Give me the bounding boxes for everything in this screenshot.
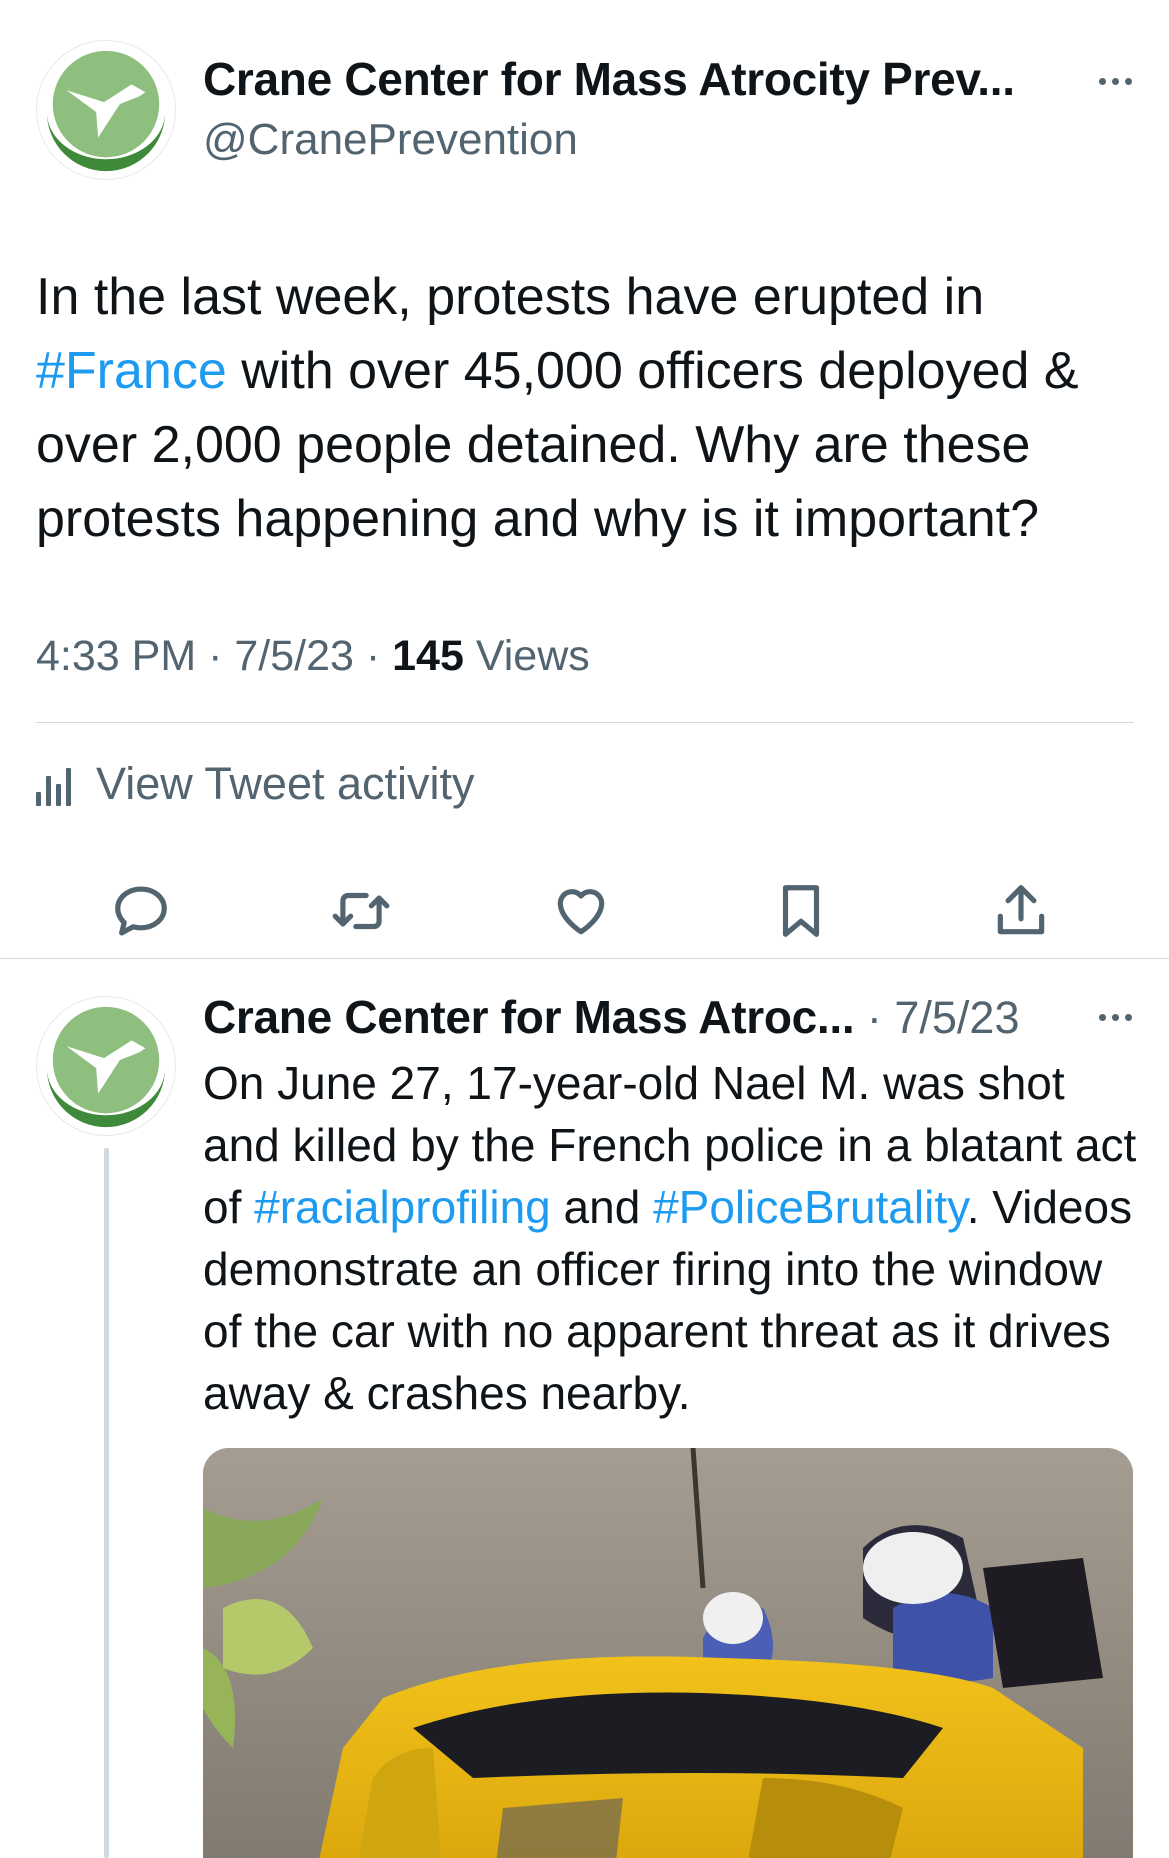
author-name[interactable]: Crane Center for Mass Atrocity Prev... — [203, 52, 1015, 106]
view-tweet-activity-link[interactable]: View Tweet activity — [36, 758, 475, 810]
more-dot-icon — [1098, 77, 1106, 85]
tweet-text: In the last week, protests have erupted … — [36, 260, 1146, 556]
tweet-detail-page: Crane Center for Mass Atrocity Prev... @… — [0, 0, 1169, 1858]
more-dot-icon — [1111, 77, 1119, 85]
more-dot-icon — [1098, 1013, 1106, 1021]
author-handle[interactable]: @CranePrevention — [203, 115, 578, 165]
bookmark-button[interactable] — [766, 876, 836, 946]
tweet-time[interactable]: 4:33 PM — [36, 632, 196, 680]
reply-button[interactable] — [106, 876, 176, 946]
author-avatar[interactable] — [36, 40, 176, 180]
more-dot-icon — [1124, 1013, 1132, 1021]
hashtag-link[interactable]: #racialprofiling — [254, 1181, 551, 1233]
more-options-button[interactable] — [1087, 66, 1143, 96]
more-dot-icon — [1111, 1013, 1119, 1021]
like-icon — [557, 889, 605, 935]
like-button[interactable] — [546, 876, 616, 946]
more-dot-icon — [1124, 77, 1132, 85]
reply-separator: · — [854, 992, 895, 1043]
crane-logo-icon — [37, 41, 175, 179]
thread-connector-line — [104, 1148, 109, 1858]
reply-more-options-button[interactable] — [1087, 1002, 1143, 1032]
retweet-icon — [332, 892, 390, 930]
views-label: Views — [463, 632, 590, 680]
tweet-actions-bar — [0, 866, 1169, 956]
meta-separator: · — [196, 632, 235, 680]
retweet-button[interactable] — [326, 876, 396, 946]
tweet-media-image[interactable] — [203, 1448, 1133, 1858]
divider — [36, 722, 1134, 723]
reply-author-name[interactable]: Crane Center for Mass Atroc... — [203, 991, 855, 1043]
hashtag-link[interactable]: #France — [36, 342, 227, 400]
hashtag-link[interactable]: #PoliceBrutality — [653, 1181, 967, 1233]
reply-header: Crane Center for Mass Atroc... · 7/5/23 — [203, 990, 1019, 1044]
reply-text: On June 27, 17-year-old Nael M. was shot… — [203, 1052, 1143, 1424]
bookmark-icon — [782, 885, 820, 937]
tweet-date[interactable]: 7/5/23 — [234, 632, 354, 680]
reply-author-avatar[interactable] — [36, 996, 176, 1136]
tweet-metadata: 4:33 PM · 7/5/23 · 145 Views — [36, 632, 590, 681]
reply-date[interactable]: 7/5/23 — [894, 992, 1019, 1043]
divider — [0, 958, 1169, 959]
views-count: 145 — [392, 632, 464, 680]
share-icon — [997, 885, 1045, 935]
analytics-icon — [36, 762, 76, 806]
activity-label: View Tweet activity — [96, 758, 475, 809]
reply-icon — [115, 886, 167, 936]
crane-logo-icon — [37, 997, 175, 1135]
media-photo — [203, 1448, 1133, 1858]
share-button[interactable] — [986, 876, 1056, 946]
meta-separator: · — [353, 632, 393, 680]
reply-text-segment: and — [550, 1181, 654, 1233]
tweet-text-segment: In the last week, protests have erupted … — [36, 268, 985, 326]
